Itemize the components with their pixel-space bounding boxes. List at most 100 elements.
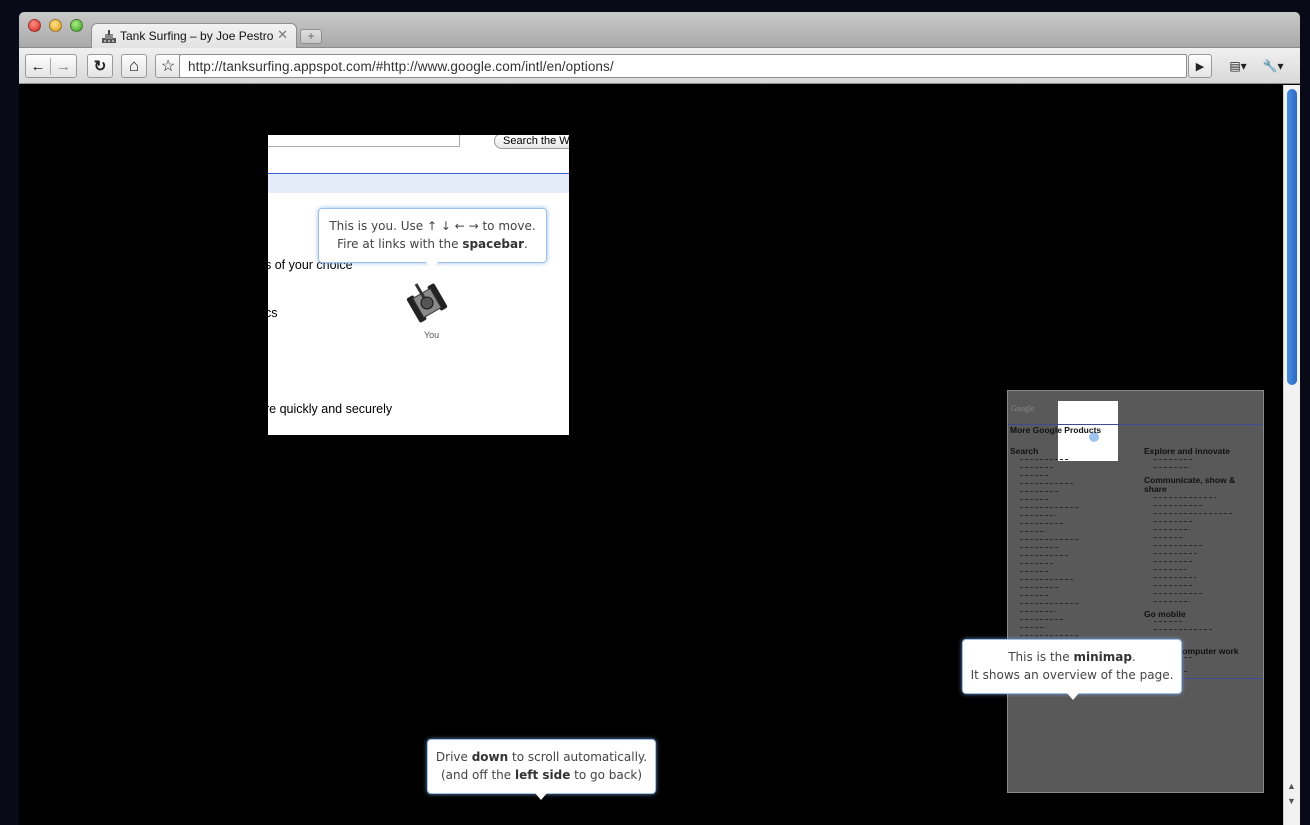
search-input[interactable] [268, 135, 460, 147]
player-tooltip: This is you. Use ↑ ↓ ← → to move. Fire a… [318, 208, 547, 269]
tooltip-line: Drive down to scroll automatically. [435, 750, 648, 764]
minimap-link-line [1154, 537, 1182, 538]
close-window-button[interactable] [28, 19, 41, 32]
wrench-menu-button[interactable]: 🔧▾ [1257, 54, 1289, 78]
tooltip-line: This is the minimap. [1008, 650, 1136, 664]
reload-button[interactable]: ↻ [87, 54, 113, 78]
minimap-link-line [1020, 475, 1050, 476]
minimap-link-line [1020, 619, 1064, 620]
minimap-title: More Google Products [1010, 425, 1102, 435]
minimap-heading: Go mobile [1144, 609, 1186, 619]
page-icon: ▤▾ [1229, 59, 1247, 73]
minimap-link-line [1020, 483, 1075, 484]
page-viewport: Search the W s of your choice cs re quic… [268, 135, 569, 435]
tooltip-line: This is you. Use ↑ ↓ ← → to move. [329, 219, 536, 233]
go-icon: ▶ [1195, 60, 1205, 73]
search-web-button[interactable]: Search the W [494, 135, 569, 149]
minimap-link-line [1154, 545, 1204, 546]
browser-toolbar: ← → ↻ ⌂ ☆ http://tanksurfing.appspot.com… [19, 48, 1300, 84]
minimap-link-line [1020, 579, 1075, 580]
minimap-heading: Search [1010, 446, 1039, 456]
wrench-icon: 🔧▾ [1262, 59, 1284, 73]
minimap-heading: Communicate, show & share [1144, 475, 1236, 494]
minimap-link-line [1020, 587, 1060, 588]
minimap-link-line [1154, 497, 1216, 498]
minimap-link-line [1154, 621, 1182, 622]
minimap-heading: Explore and innovate [1144, 446, 1230, 456]
title-bar: Tank Surfing – by Joe Pestro ✕ + [19, 12, 1300, 49]
minimap-tooltip: This is the minimap. It shows an overvie… [962, 639, 1182, 700]
bookmark-star-button[interactable]: ☆ [155, 54, 181, 78]
page-menu-button[interactable]: ▤▾ [1222, 54, 1254, 78]
minimap-link-line [1154, 459, 1192, 460]
page-text-line: cs [268, 306, 278, 320]
tab-tank-surfing[interactable]: Tank Surfing – by Joe Pestro ✕ [91, 23, 297, 49]
minimap-link-line [1020, 555, 1068, 556]
minimap-link-line [1154, 585, 1192, 586]
browser-window: Tank Surfing – by Joe Pestro ✕ + ← → ↻ ⌂… [19, 12, 1300, 825]
scroll-down-icon[interactable]: ▼ [1287, 796, 1296, 806]
minimap-link-line [1020, 515, 1056, 516]
minimap-link-line [1154, 601, 1190, 602]
minimap-link-line [1020, 539, 1078, 540]
minimap-link-line [1020, 499, 1048, 500]
scrollbar-thumb[interactable] [1287, 89, 1297, 385]
minimap-link-line [1154, 553, 1198, 554]
vertical-scrollbar[interactable]: ▲ ▼ [1283, 85, 1300, 825]
minimap-link-line [1154, 577, 1196, 578]
game-area[interactable]: Search the W s of your choice cs re quic… [19, 85, 1283, 825]
minimap-link-line [1154, 569, 1186, 570]
minimap-link-line [1154, 529, 1190, 530]
star-icon: ☆ [160, 58, 176, 75]
minimap-link-line [1154, 467, 1190, 468]
minimap-link-line [1020, 611, 1056, 612]
minimap-link-line [1020, 523, 1064, 524]
reload-icon: ↻ [93, 58, 107, 75]
minimap-link-line [1020, 603, 1080, 604]
minimap-link-line [1154, 593, 1202, 594]
minimap-link-line [1020, 627, 1046, 628]
tooltip-pointer [426, 262, 438, 269]
minimap-link-line [1020, 507, 1080, 508]
minimap-link-line [1020, 491, 1060, 492]
minimap-link-line [1020, 595, 1048, 596]
scroll-up-icon[interactable]: ▲ [1287, 781, 1296, 791]
back-forward-group: ← → [25, 54, 77, 78]
url-text: http://tanksurfing.appspot.com/#http://w… [188, 59, 614, 74]
tank-favicon-icon [102, 30, 116, 43]
minimap-link-line [1020, 571, 1050, 572]
tab-title: Tank Surfing – by Joe Pestro [120, 29, 274, 43]
minimap-link-line [1154, 521, 1194, 522]
minimap: Google More Google Products Search Explo… [1007, 390, 1264, 793]
minimap-link-line [1020, 459, 1068, 460]
minimap-link-line [1154, 561, 1194, 562]
minimap-link-line [1020, 531, 1046, 532]
minimap-link-line [1154, 513, 1232, 514]
tooltip-line: (and off the left side to go back) [440, 768, 643, 782]
minimap-link-line [1020, 467, 1054, 468]
address-bar[interactable]: http://tanksurfing.appspot.com/#http://w… [179, 54, 1187, 78]
back-icon[interactable]: ← [26, 57, 51, 75]
minimap-link-line [1020, 547, 1058, 548]
tooltip-line: It shows an overview of the page. [970, 668, 1174, 682]
home-icon: ⌂ [128, 56, 140, 75]
tooltip-pointer [535, 793, 547, 800]
minimap-link-line [1020, 563, 1054, 564]
go-button[interactable]: ▶ [1188, 54, 1212, 78]
tooltip-line: Fire at links with the spacebar. [337, 237, 528, 251]
minimize-window-button[interactable] [49, 19, 62, 32]
tooltip-pointer [1067, 693, 1079, 700]
minimap-link-line [1154, 505, 1204, 506]
tab-close-icon[interactable]: ✕ [277, 27, 288, 43]
minimap-link-line [1020, 635, 1078, 636]
player-tank-icon [406, 283, 448, 323]
forward-icon[interactable]: → [51, 58, 76, 75]
minimap-logo: Google [1011, 404, 1035, 413]
maximize-window-button[interactable] [70, 19, 83, 32]
drive-tooltip: Drive down to scroll automatically. (and… [427, 739, 656, 800]
home-button[interactable]: ⌂ [121, 54, 147, 78]
minimap-link-line [1154, 629, 1214, 630]
player-label: You [424, 330, 440, 340]
new-tab-button[interactable]: + [300, 29, 322, 44]
header-band [268, 174, 569, 193]
